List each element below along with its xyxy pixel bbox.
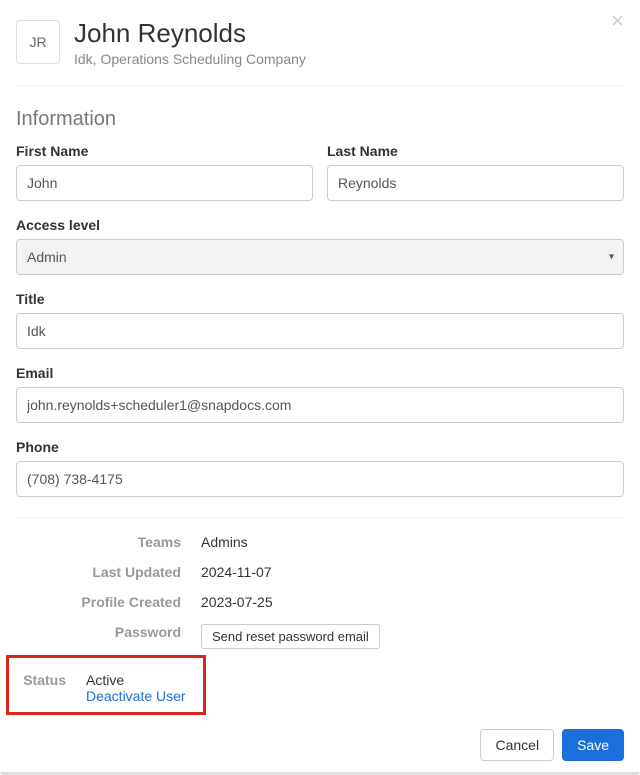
access-level-select[interactable]: Admin	[16, 239, 624, 275]
user-name: John Reynolds	[74, 18, 306, 49]
user-edit-modal: × JR John Reynolds Idk, Operations Sched…	[0, 0, 640, 775]
status-highlight: Status Active Deactivate User	[6, 655, 206, 715]
first-name-label: First Name	[16, 143, 313, 159]
last-updated-value: 2024-11-07	[201, 564, 624, 580]
save-button[interactable]: Save	[562, 729, 624, 761]
avatar: JR	[16, 20, 60, 64]
phone-label: Phone	[16, 439, 624, 455]
header-text: John Reynolds Idk, Operations Scheduling…	[74, 16, 306, 67]
modal-footer: Cancel Save	[480, 729, 624, 761]
modal-header: JR John Reynolds Idk, Operations Schedul…	[16, 16, 624, 86]
teams-label: Teams	[16, 534, 181, 550]
cancel-button[interactable]: Cancel	[480, 729, 554, 761]
title-label: Title	[16, 291, 624, 307]
last-updated-label: Last Updated	[16, 564, 181, 580]
teams-value: Admins	[201, 534, 624, 550]
close-icon: ×	[611, 8, 624, 33]
status-label: Status	[19, 672, 66, 688]
title-input[interactable]	[16, 313, 624, 349]
status-value: Active	[86, 672, 193, 688]
phone-input[interactable]	[16, 461, 624, 497]
last-name-label: Last Name	[327, 143, 624, 159]
last-name-input[interactable]	[327, 165, 624, 201]
divider	[16, 517, 624, 518]
access-level-label: Access level	[16, 217, 624, 233]
close-button[interactable]: ×	[611, 10, 624, 32]
email-label: Email	[16, 365, 624, 381]
email-input[interactable]	[16, 387, 624, 423]
section-title: Information	[16, 108, 624, 131]
profile-created-value: 2023-07-25	[201, 594, 624, 610]
reset-password-button[interactable]: Send reset password email	[201, 624, 380, 649]
meta-grid: Teams Admins Last Updated 2024-11-07 Pro…	[16, 534, 624, 715]
user-subtitle: Idk, Operations Scheduling Company	[74, 51, 306, 67]
first-name-input[interactable]	[16, 165, 313, 201]
deactivate-user-link[interactable]: Deactivate User	[86, 688, 186, 704]
profile-created-label: Profile Created	[16, 594, 181, 610]
password-label: Password	[16, 624, 181, 640]
